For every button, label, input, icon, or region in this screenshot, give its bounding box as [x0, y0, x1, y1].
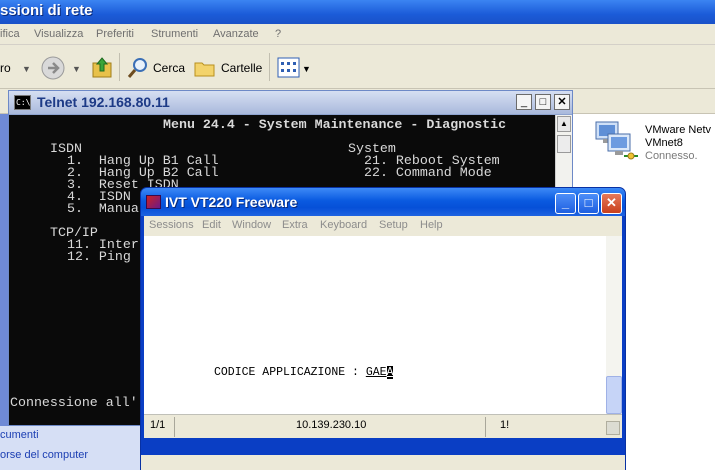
ivt-menu-help[interactable]: Help: [420, 219, 443, 231]
menu-item-strumenti[interactable]: Strumenti: [151, 28, 198, 40]
network-connection-status: Connesso.: [645, 150, 698, 162]
menu-item-help[interactable]: ?: [275, 28, 281, 40]
ivt-menu-sessions[interactable]: Sessions: [149, 219, 194, 231]
left-link-risorse-computer[interactable]: orse del computer: [0, 449, 88, 461]
status-divider: [485, 417, 486, 437]
telnet-minimize-button[interactable]: _: [516, 94, 532, 110]
views-icon[interactable]: [277, 57, 301, 79]
telnet-title: Telnet 192.168.80.11: [37, 94, 170, 110]
ivt-menu-keyboard[interactable]: Keyboard: [320, 219, 367, 231]
ivt-terminal-screen[interactable]: CODICE APPLICAZIONE : GAEA: [144, 236, 622, 414]
ivt-status-host: 10.139.230.10: [296, 419, 367, 431]
telnet-close-button[interactable]: ✕: [554, 94, 570, 110]
telnet-menu-title: Menu 24.4 - System Maintenance - Diagnos…: [163, 117, 507, 132]
ivt-app-icon: [146, 195, 161, 209]
toolbar-separator: [269, 53, 270, 81]
forward-arrow-icon[interactable]: [40, 55, 66, 81]
ivt-window[interactable]: IVT VT220 Freeware _ □ ✕ Sessions Edit W…: [140, 187, 626, 470]
network-connection-device: VMnet8: [645, 137, 683, 149]
network-connection-name: VMware Netv: [645, 124, 712, 136]
back-button-label[interactable]: ro: [0, 61, 11, 75]
scrollbar-thumb[interactable]: [557, 135, 571, 153]
ivt-maximize-button[interactable]: □: [578, 193, 599, 214]
ivt-minimize-button[interactable]: _: [555, 193, 576, 214]
scroll-down-icon[interactable]: [606, 421, 620, 435]
ivt-cursor: A: [386, 366, 394, 379]
background-menubar: ifica Visualizza Preferiti Strumenti Ava…: [0, 24, 715, 45]
network-connection-icon[interactable]: [594, 118, 640, 164]
ivt-statusbar: 1/1 10.139.230.10 1!: [144, 414, 622, 438]
status-divider: [174, 417, 175, 437]
ivt-scrollbar[interactable]: [606, 236, 622, 414]
ivt-menu-window[interactable]: Window: [232, 219, 271, 231]
ivt-status-extra: 1!: [500, 419, 510, 431]
folders-button[interactable]: Cartelle: [221, 61, 262, 75]
telnet-system-item[interactable]: 22. Command Mode: [364, 166, 492, 179]
ivt-input-value[interactable]: GAE: [366, 366, 387, 379]
ivt-menu-edit[interactable]: Edit: [202, 219, 221, 231]
menu-item-avanzate[interactable]: Avanzate: [213, 28, 259, 40]
left-link-documenti[interactable]: cumenti: [0, 429, 39, 441]
ivt-menubar: Sessions Edit Window Extra Keyboard Setu…: [144, 216, 622, 236]
scroll-up-icon[interactable]: ▲: [557, 116, 571, 132]
folders-icon[interactable]: [193, 57, 217, 79]
menu-item-preferiti[interactable]: Preferiti: [96, 28, 134, 40]
telnet-isdn-item[interactable]: 5. Manua: [67, 202, 139, 215]
chevron-down-icon[interactable]: ▼: [302, 64, 311, 74]
menu-item-visualizza[interactable]: Visualizza: [34, 28, 83, 40]
ivt-prompt-label: CODICE APPLICAZIONE :: [214, 366, 366, 379]
command-prompt-icon: C:\: [14, 95, 31, 110]
search-button[interactable]: Cerca: [153, 61, 185, 75]
ivt-titlebar[interactable]: IVT VT220 Freeware _ □ ✕: [141, 188, 625, 216]
menu-item-modifica[interactable]: ifica: [0, 28, 20, 40]
ivt-status-page: 1/1: [150, 419, 166, 431]
ivt-prompt-line: CODICE APPLICAZIONE : GAEA: [214, 366, 394, 379]
chevron-down-icon[interactable]: ▼: [72, 64, 81, 74]
telnet-maximize-button[interactable]: □: [535, 94, 551, 110]
ivt-menu-setup[interactable]: Setup: [379, 219, 408, 231]
ivt-title: IVT VT220 Freeware: [165, 194, 298, 210]
telnet-titlebar[interactable]: C:\ Telnet 192.168.80.11 _ □ ✕: [9, 91, 572, 115]
background-window-title: ssioni di rete: [0, 2, 93, 19]
background-toolbar: ro ▼ ▼ Cerca Cartelle ▼: [0, 45, 715, 89]
up-folder-icon[interactable]: [91, 55, 113, 79]
telnet-status-line: Connessione all': [10, 395, 138, 410]
chevron-down-icon[interactable]: ▼: [22, 64, 31, 74]
telnet-tcpip-item[interactable]: 12. Ping: [67, 250, 131, 263]
scrollbar-thumb[interactable]: [606, 376, 622, 414]
search-icon[interactable]: [126, 56, 150, 80]
background-window-titlebar[interactable]: ssioni di rete: [0, 0, 715, 24]
left-pane-links: cumenti orse del computer: [0, 426, 140, 470]
ivt-bottom-frame: [141, 455, 625, 470]
ivt-close-button[interactable]: ✕: [601, 193, 622, 214]
ivt-menu-extra[interactable]: Extra: [282, 219, 308, 231]
toolbar-separator: [119, 53, 120, 81]
